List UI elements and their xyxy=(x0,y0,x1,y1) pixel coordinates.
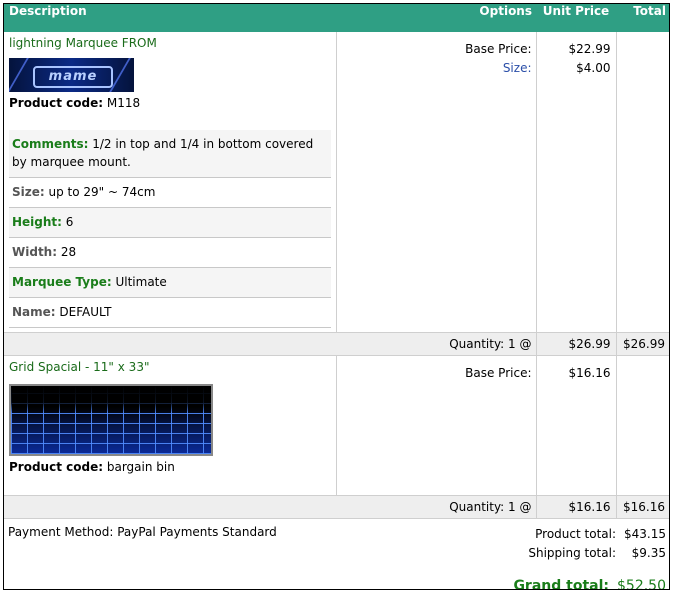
quantity-row: Quantity: 1 @ $26.99 $26.99 xyxy=(4,332,669,356)
marquee-logo-text: mame xyxy=(33,66,113,88)
attribute-value: Ultimate xyxy=(115,275,167,289)
product-code-label: Product code: xyxy=(9,96,104,110)
attribute-label: Comments: xyxy=(12,137,89,151)
table-row: lightning Marquee FROM mame Product code… xyxy=(4,32,669,333)
cart-summary-panel: Description Options Unit Price Total lig… xyxy=(3,3,670,590)
product-title[interactable]: Grid Spacial - 11" x 33" xyxy=(9,360,331,374)
attribute-value: up to 29" ~ 74cm xyxy=(48,185,156,199)
attribute-label: Marquee Type: xyxy=(12,275,112,289)
grid-spacial-image[interactable] xyxy=(9,384,213,456)
quantity-unit-price: $16.16 xyxy=(535,495,616,519)
mame-marquee-image[interactable]: mame xyxy=(9,58,134,92)
item-options-cell: Base Price: xyxy=(336,355,537,496)
product-title[interactable]: lightning Marquee FROM xyxy=(9,36,331,50)
order-footer: Payment Method: PayPal Payments Standard… xyxy=(4,519,669,590)
attribute-list: Comments: 1/2 in top and 1/4 in bottom c… xyxy=(9,130,331,328)
item-unit-price-cell: $16.16 xyxy=(536,355,617,496)
attribute-label: Height: xyxy=(12,215,62,229)
totals-block: Product total: $43.15 Shipping total: $9… xyxy=(513,525,666,590)
option-size-label: Size: xyxy=(502,61,532,75)
header-unit-price: Unit Price xyxy=(536,4,616,32)
header-total: Total xyxy=(616,4,669,32)
product-code: Product code: bargain bin xyxy=(9,460,331,474)
option-size-value: $4.00 xyxy=(576,61,611,75)
list-item: Marquee Type: Ultimate xyxy=(9,268,331,298)
product-total-row: Product total: $43.15 xyxy=(513,525,666,544)
shipping-total-label: Shipping total: xyxy=(528,546,616,560)
item-options-cell: Base Price: Size: xyxy=(336,32,537,333)
option-base-price-value: $16.16 xyxy=(568,366,611,380)
line-total: $26.99 xyxy=(615,332,669,356)
option-base-price-label: Base Price: xyxy=(465,42,532,56)
product-code-value: bargain bin xyxy=(106,460,175,474)
payment-method: Payment Method: PayPal Payments Standard xyxy=(8,525,277,539)
attribute-label: Width: xyxy=(12,245,58,259)
header-description: Description xyxy=(4,4,336,32)
list-item: Size: up to 29" ~ 74cm xyxy=(9,178,331,208)
grand-total-row: Grand total: $52.50 xyxy=(513,577,666,590)
list-item: Height: 6 xyxy=(9,208,331,238)
attribute-value: DEFAULT xyxy=(59,305,112,319)
quantity-label: Quantity: 1 @ xyxy=(4,495,536,519)
attribute-value: 28 xyxy=(60,245,77,259)
attribute-value: 6 xyxy=(65,215,74,229)
table-header: Description Options Unit Price Total xyxy=(4,4,669,32)
list-item: Comments: 1/2 in top and 1/4 in bottom c… xyxy=(9,130,331,178)
item-description-cell: Grid Spacial - 11" x 33" Product code: b… xyxy=(4,355,337,496)
list-item: Width: 28 xyxy=(9,238,331,268)
table-row: Grid Spacial - 11" x 33" Product code: b… xyxy=(4,355,669,496)
quantity-row: Quantity: 1 @ $16.16 $16.16 xyxy=(4,495,669,519)
attribute-label: Name: xyxy=(12,305,56,319)
item-unit-price-cell: $22.99 $4.00 xyxy=(536,32,617,333)
line-total: $16.16 xyxy=(615,495,669,519)
cart-table: Description Options Unit Price Total lig… xyxy=(4,4,669,519)
product-code: Product code: M118 xyxy=(9,96,331,110)
option-base-price-value: $22.99 xyxy=(568,42,611,56)
option-base-price-label: Base Price: xyxy=(465,366,532,380)
product-total-label: Product total: xyxy=(535,527,616,541)
shipping-total-value: $9.35 xyxy=(631,546,666,560)
list-item: Name: DEFAULT xyxy=(9,298,331,328)
quantity-label: Quantity: 1 @ xyxy=(4,332,536,356)
attribute-label: Size: xyxy=(12,185,45,199)
item-total-cell xyxy=(616,356,669,496)
product-code-label: Product code: xyxy=(9,460,104,474)
header-options: Options xyxy=(336,4,536,32)
quantity-unit-price: $26.99 xyxy=(535,332,616,356)
item-total-cell xyxy=(616,32,669,333)
product-total-value: $43.15 xyxy=(624,527,666,541)
shipping-total-row: Shipping total: $9.35 xyxy=(513,544,666,563)
item-description-cell: lightning Marquee FROM mame Product code… xyxy=(4,32,337,333)
grand-total-value: $52.50 xyxy=(617,578,666,590)
product-code-value: M118 xyxy=(106,96,141,110)
grand-total-label: Grand total: xyxy=(513,578,609,590)
